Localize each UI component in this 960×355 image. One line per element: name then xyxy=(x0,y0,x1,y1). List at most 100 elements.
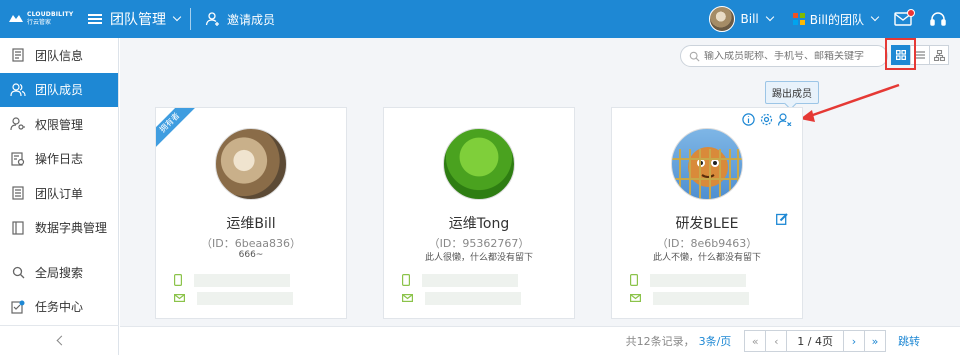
sidebar-item-operation-log[interactable]: 操作日志 xyxy=(0,142,118,177)
total-records: 共12条记录， xyxy=(625,335,695,348)
collapse-sidebar-button[interactable] xyxy=(0,325,119,355)
sidebar-item-label: 数据字典管理 xyxy=(35,221,108,236)
edit-icon xyxy=(776,213,788,225)
member-name: 运维Tong xyxy=(448,216,510,232)
last-page-button[interactable]: » xyxy=(864,330,886,352)
notification-dot xyxy=(907,9,915,17)
phone-value xyxy=(650,273,746,287)
phone-icon xyxy=(630,274,638,286)
member-card[interactable]: 运维Tong （ID：95362767） 此人很懒，什么都没有留下 xyxy=(383,107,575,319)
edit-button[interactable] xyxy=(776,213,788,228)
org-chart-icon xyxy=(933,49,945,61)
chevron-left-icon xyxy=(56,335,67,346)
sidebar-item-label: 全局搜索 xyxy=(35,265,84,280)
messages-button[interactable] xyxy=(894,9,915,26)
sidebar-item-team-members[interactable]: 团队成员 xyxy=(0,72,118,107)
email-value xyxy=(425,291,521,305)
logo[interactable]: CLOUDBILITY 行云管家 xyxy=(8,12,78,26)
member-card[interactable]: 研发BLEE （ID：8e6b9463） 此人不懒，什么都没有留下 xyxy=(611,107,803,319)
sidebar-item-team-orders[interactable]: 团队订单 xyxy=(0,176,118,211)
first-page-button[interactable]: « xyxy=(744,330,767,352)
jump-button[interactable]: 跳转 xyxy=(898,333,920,349)
main-content: 踢出成员 拥有者 运维Bill （ID：6beaa836） 666~ 运维Ton… xyxy=(120,38,960,355)
mail-icon xyxy=(630,294,641,302)
settings-button[interactable] xyxy=(760,113,773,126)
card-actions xyxy=(737,113,792,126)
phone-value xyxy=(194,273,290,287)
page-info: 1 / 4页 xyxy=(786,330,844,352)
member-description: 此人很懒，什么都没有留下 xyxy=(424,253,533,263)
member-card[interactable]: 拥有者 运维Bill （ID：6beaa836） 666~ xyxy=(155,107,347,319)
phone-row xyxy=(174,273,334,287)
top-bar: CLOUDBILITY 行云管家 团队管理 邀请成员 Bill Bill的团队 xyxy=(0,0,960,38)
menu-icon[interactable] xyxy=(88,12,102,26)
user-menu[interactable]: Bill xyxy=(708,6,774,32)
member-description: 此人不懒，什么都没有留下 xyxy=(652,253,761,263)
prev-page-button[interactable]: ‹ xyxy=(765,330,788,352)
users-icon xyxy=(10,83,26,96)
highlight-box xyxy=(885,38,916,70)
email-value xyxy=(653,291,749,305)
sidebar-item-team-info[interactable]: 团队信息 xyxy=(0,38,118,73)
pagination-bar: 共12条记录， 3条/页 « ‹ 1 / 4页 › » 跳转 xyxy=(120,326,960,355)
remove-user-icon xyxy=(778,113,792,126)
member-description: 666~ xyxy=(238,250,264,260)
task-icon xyxy=(11,300,25,314)
member-name: 运维Bill xyxy=(226,216,276,232)
page-title: 团队管理 xyxy=(110,12,166,28)
phone-row xyxy=(402,273,562,287)
chevron-down-icon xyxy=(765,12,774,22)
search-input[interactable] xyxy=(704,50,884,62)
mail-icon xyxy=(402,294,413,302)
logo-subtext: 行云管家 xyxy=(27,19,52,26)
member-id: （ID：95362767） xyxy=(428,237,530,250)
avatar xyxy=(443,128,515,200)
document-icon xyxy=(12,48,24,62)
sidebar-item-label: 任务中心 xyxy=(35,300,84,315)
divider xyxy=(190,8,191,30)
user-name: Bill xyxy=(740,12,759,26)
support-button[interactable] xyxy=(930,11,946,27)
invite-member-button[interactable]: 邀请成员 xyxy=(205,11,275,28)
email-value xyxy=(197,291,293,305)
sidebar-item-label: 团队成员 xyxy=(35,83,84,98)
logo-icon xyxy=(9,15,23,22)
sidebar-item-label: 权限管理 xyxy=(35,117,84,132)
tree-view-button[interactable] xyxy=(929,45,949,65)
sidebar-item-global-search[interactable]: 全局搜索 xyxy=(0,255,118,290)
phone-value xyxy=(422,273,518,287)
member-id: （ID：8e6b9463） xyxy=(656,237,758,250)
sidebar-item-label: 团队订单 xyxy=(35,186,84,201)
tooltip: 踢出成员 xyxy=(765,81,819,104)
page-size-selector[interactable]: 3条/页 xyxy=(699,333,732,349)
team-selector[interactable]: Bill的团队 xyxy=(792,11,880,28)
gear-icon xyxy=(760,113,773,126)
search-icon xyxy=(12,266,24,279)
owner-badge: 拥有者 xyxy=(156,108,197,150)
member-search[interactable] xyxy=(680,45,888,67)
member-id: （ID：6beaa836） xyxy=(201,237,301,250)
sidebar-item-data-dictionary[interactable]: 数据字典管理 xyxy=(0,211,118,246)
chevron-down-icon xyxy=(870,12,880,22)
list-icon xyxy=(915,51,925,59)
phone-icon xyxy=(174,274,182,286)
invite-label: 邀请成员 xyxy=(227,12,276,27)
team-icon xyxy=(792,13,805,25)
team-name: Bill的团队 xyxy=(809,12,864,27)
remove-member-button[interactable] xyxy=(778,113,792,126)
email-row xyxy=(174,291,334,305)
sidebar-item-permissions[interactable]: 权限管理 xyxy=(0,107,118,142)
phone-row xyxy=(630,273,790,287)
sidebar-item-task-center[interactable]: 任务中心 xyxy=(0,290,118,325)
email-row xyxy=(402,291,562,305)
team-management-dropdown[interactable]: 团队管理 xyxy=(110,9,182,29)
order-icon xyxy=(12,186,24,200)
member-name: 研发BLEE xyxy=(675,216,739,232)
info-icon xyxy=(742,113,755,126)
email-row xyxy=(630,291,790,305)
sidebar-item-label: 操作日志 xyxy=(35,152,84,167)
next-page-button[interactable]: › xyxy=(843,330,865,352)
logo-text: CLOUDBILITY xyxy=(27,11,74,18)
avatar xyxy=(215,128,287,200)
info-button[interactable] xyxy=(742,113,755,126)
